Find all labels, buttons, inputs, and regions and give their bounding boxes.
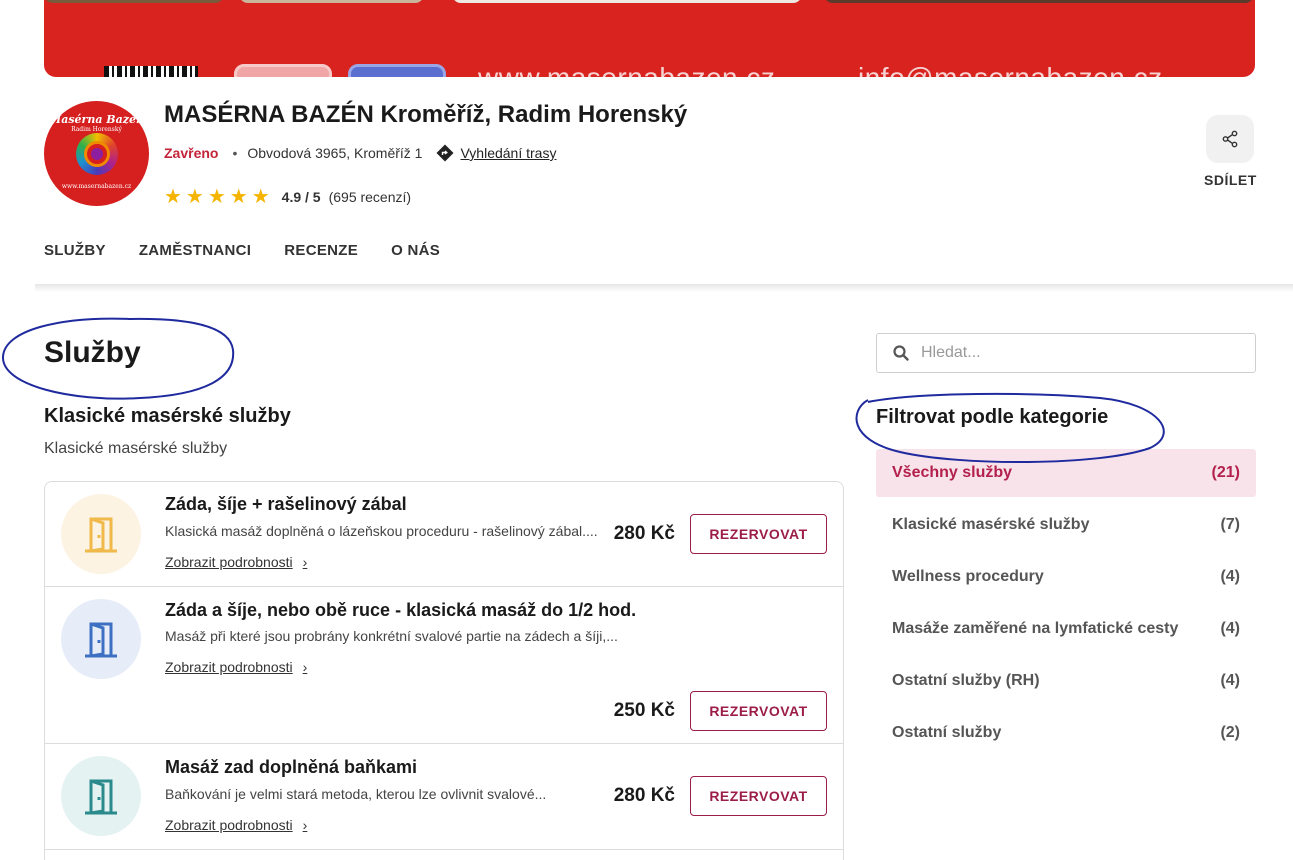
tab-staff[interactable]: ZAMĚSTNANCI	[139, 242, 251, 259]
chevron-right-icon: ›	[302, 554, 308, 570]
filter-label: Klasické masérské služby	[892, 516, 1090, 533]
business-logo: Masérna Bazén Radim Horenský www.maserna…	[44, 101, 149, 206]
search-input[interactable]	[921, 344, 1241, 362]
banner-photo	[452, 0, 802, 3]
directions-icon	[436, 144, 454, 162]
service-name[interactable]: Záda a šíje, nebo obě ruce - klasická ma…	[165, 600, 636, 621]
book-button[interactable]: REZERVOVAT	[690, 691, 827, 731]
section-tabs: SLUŽBY ZAMĚSTNANCI RECENZE O NÁS	[44, 242, 440, 259]
service-thumbnail	[61, 756, 141, 836]
business-name: MASÉRNA BAZÉN Kroměříž, Radim Horenský	[164, 101, 688, 128]
service-name[interactable]: Záda, šíje + rašelinový zábal	[165, 494, 407, 515]
filter-label: Všechny služby	[892, 464, 1013, 481]
banner-graphic-blue	[348, 64, 446, 77]
filter-count: (4)	[1220, 568, 1240, 585]
route-link[interactable]: Vyhledání trasy	[436, 144, 556, 162]
banner-photo	[239, 0, 424, 3]
search-icon	[893, 345, 909, 361]
filter-label: Wellness procedury	[892, 568, 1044, 585]
star-rating-icon: ★★★★★	[164, 186, 274, 208]
service-item: Záda, šíje + rašelinový zábal Klasická m…	[45, 482, 843, 587]
service-name[interactable]: Masáž zad doplněná baňkami	[165, 757, 417, 778]
service-price: 250 Kč	[613, 700, 675, 721]
filter-other-rh[interactable]: Ostatní služby (RH) (4)	[876, 657, 1256, 705]
book-button[interactable]: REZERVOVAT	[690, 776, 827, 816]
chevron-right-icon: ›	[302, 817, 308, 833]
book-button[interactable]: REZERVOVAT	[690, 514, 827, 554]
door-icon	[85, 622, 117, 658]
show-details-label: Zobrazit podrobnosti	[165, 659, 293, 675]
filter-wellness[interactable]: Wellness procedury (4)	[876, 553, 1256, 601]
logo-url: www.masernabazen.cz	[61, 183, 132, 190]
search-box	[876, 333, 1256, 373]
filter-heading: Filtrovat podle kategorie	[876, 406, 1109, 428]
share-label: SDÍLET	[1204, 172, 1257, 188]
share-button[interactable]	[1206, 115, 1254, 163]
show-details-link[interactable]: Zobrazit podrobnosti ›	[165, 817, 307, 833]
show-details-link[interactable]: Zobrazit podrobnosti ›	[165, 554, 307, 570]
service-thumbnail	[61, 599, 141, 679]
service-price: 280 Kč	[613, 785, 675, 806]
category-subtitle: Klasické masérské služby	[44, 440, 228, 457]
filter-other[interactable]: Ostatní služby (2)	[876, 709, 1256, 757]
filter-classic-massage[interactable]: Klasické masérské služby (7)	[876, 501, 1256, 549]
service-price: 280 Kč	[613, 523, 675, 544]
service-description: Baňkování je velmi stará metoda, kterou …	[165, 786, 547, 802]
tab-reviews[interactable]: RECENZE	[284, 242, 358, 259]
category-filter-list: Všechny služby (21) Klasické masérské sl…	[876, 449, 1256, 761]
cover-banner: www.masernabazen.cz info@masernabazen.cz	[44, 0, 1255, 77]
filter-count: (4)	[1220, 672, 1240, 689]
filter-count: (21)	[1211, 464, 1240, 481]
service-thumbnail	[61, 494, 141, 574]
service-description: Masáž při které jsou probrány konkrétní …	[165, 628, 618, 644]
page-title: Služby	[44, 336, 141, 369]
filter-count: (7)	[1220, 516, 1240, 533]
logo-subtitle: Radim Horenský	[71, 126, 122, 133]
filter-count: (4)	[1220, 620, 1240, 637]
separator-dot: •	[232, 145, 238, 161]
chevron-right-icon: ›	[302, 659, 308, 675]
qr-code	[104, 66, 198, 77]
opening-status: Zavřeno	[164, 145, 219, 161]
tab-services[interactable]: SLUŽBY	[44, 242, 106, 259]
service-description: Klasická masáž doplněná o lázeňskou proc…	[165, 523, 598, 539]
show-details-label: Zobrazit podrobnosti	[165, 817, 293, 833]
show-details-label: Zobrazit podrobnosti	[165, 554, 293, 570]
share-icon	[1222, 130, 1238, 148]
filter-label: Ostatní služby	[892, 724, 1002, 741]
rating-summary: ★★★★★ 4.9 / 5 (695 recenzí)	[164, 184, 411, 209]
business-address: Obvodová 3965, Kroměříž 1	[247, 145, 423, 161]
banner-photo	[824, 0, 1254, 3]
logo-title: Masérna Bazén	[49, 113, 144, 126]
filter-lymphatic[interactable]: Masáže zaměřené na lymfatické cesty (4)	[876, 605, 1256, 653]
category-title: Klasické masérské služby	[44, 405, 291, 427]
review-count[interactable]: (695 recenzí)	[329, 189, 411, 205]
door-icon	[85, 779, 117, 815]
filter-label: Masáže zaměřené na lymfatické cesty	[892, 620, 1179, 637]
rating-score: 4.9 / 5	[281, 188, 321, 205]
tabs-divider	[35, 284, 1293, 292]
banner-website: www.masernabazen.cz	[478, 62, 775, 77]
business-meta: Zavřeno • Obvodová 3965, Kroměříž 1 Vyhl…	[164, 144, 556, 162]
filter-label: Ostatní služby (RH)	[892, 672, 1040, 689]
show-details-link[interactable]: Zobrazit podrobnosti ›	[165, 659, 307, 675]
tab-about[interactable]: O NÁS	[391, 242, 440, 259]
banner-photo	[44, 0, 224, 3]
service-item: Masáž zad doplněná baňkami Baňkování je …	[45, 744, 843, 850]
filter-all-services[interactable]: Všechny služby (21)	[876, 449, 1256, 497]
filter-count: (2)	[1220, 724, 1240, 741]
service-item: Záda a šíje, nebo obě ruce - klasická ma…	[45, 587, 843, 744]
service-list: Záda, šíje + rašelinový zábal Klasická m…	[44, 481, 844, 860]
door-icon	[85, 517, 117, 553]
banner-email: info@masernabazen.cz	[858, 62, 1163, 77]
banner-graphic-pink	[234, 64, 332, 77]
route-label: Vyhledání trasy	[460, 145, 557, 161]
